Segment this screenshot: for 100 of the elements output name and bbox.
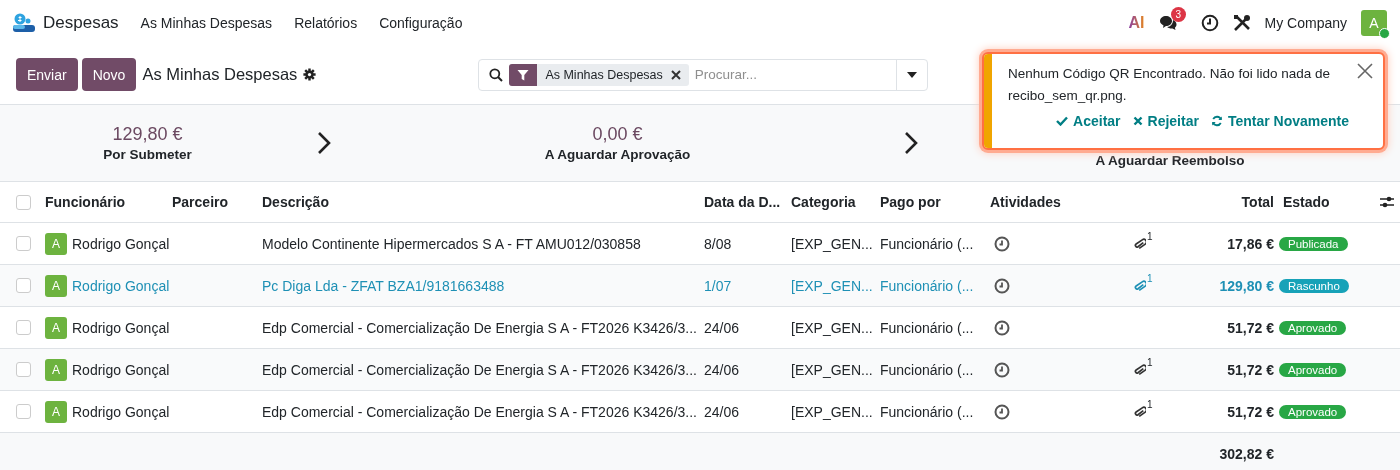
- column-header[interactable]: Categoria: [787, 194, 876, 210]
- column-header[interactable]: Estado: [1279, 194, 1370, 210]
- total-cell-text: 51,72 €: [1226, 361, 1275, 378]
- row-checkbox[interactable]: [16, 320, 31, 335]
- row-checkbox[interactable]: [16, 362, 31, 377]
- total-cell-text: 51,72 €: [1226, 319, 1275, 336]
- column-header[interactable]: Atividades: [986, 194, 1130, 210]
- reject-button[interactable]: Rejeitar: [1132, 113, 1199, 129]
- settings-icon[interactable]: [303, 68, 317, 81]
- date-cell-text: 8/08: [703, 235, 733, 252]
- column-header[interactable]: Pago por: [876, 194, 986, 210]
- employee-name: Rodrigo Gonçal: [72, 235, 170, 252]
- category-cell-text: [EXP_GEN...: [790, 235, 874, 252]
- clock-icon[interactable]: [994, 361, 1010, 378]
- employee-avatar: A: [45, 400, 67, 423]
- remove-icon[interactable]: [670, 69, 681, 80]
- employee-avatar: A: [45, 232, 67, 255]
- column-header[interactable]: Total: [1237, 194, 1279, 210]
- search-bar[interactable]: As Minhas Despesas Procurar...: [478, 58, 929, 91]
- attachment-count: 1: [1147, 356, 1153, 368]
- clock-icon[interactable]: [994, 235, 1010, 252]
- menu-item[interactable]: Configuração: [379, 14, 463, 31]
- paid-by-cell-text: Funcionário (...: [879, 319, 975, 336]
- column-header[interactable]: Descrição: [258, 194, 700, 210]
- employee-avatar: A: [45, 274, 67, 297]
- column-header[interactable]: Data da D...: [700, 194, 787, 210]
- caret-icon[interactable]: [907, 71, 918, 78]
- attachment-count: 1: [1147, 272, 1153, 284]
- check-icon: [1056, 116, 1069, 126]
- paperclip-icon[interactable]: [1134, 278, 1146, 293]
- column-header[interactable]: Parceiro: [168, 194, 258, 210]
- refresh-icon: [1210, 115, 1223, 127]
- company-name[interactable]: My Company: [1264, 14, 1347, 31]
- submit-button[interactable]: Enviar: [16, 58, 78, 91]
- clock-icon[interactable]: [994, 319, 1010, 336]
- employee-name: Rodrigo Gonçal: [72, 361, 170, 378]
- grand-total: 302,82 €: [1219, 446, 1275, 462]
- page-title: As Minhas Despesas: [142, 65, 298, 84]
- employee-name: Rodrigo Gonçal: [72, 277, 170, 294]
- total-cell-text: 51,72 €: [1226, 403, 1275, 420]
- close-icon[interactable]: [1357, 63, 1373, 79]
- category-cell-text: [EXP_GEN...: [790, 361, 874, 378]
- chevron-right-icon: [316, 131, 331, 155]
- description-cell-text: Modelo Continente Hipermercados S A - FT AMU012/030858: [261, 235, 642, 252]
- close-icon: [1132, 116, 1143, 126]
- total-cell-text: 17,86 €: [1226, 235, 1275, 252]
- app-name[interactable]: Despesas: [43, 12, 119, 33]
- status-badge: Aprovado: [1279, 404, 1347, 419]
- filter-facet: As Minhas Despesas: [544, 67, 664, 82]
- employee-name: Rodrigo Gonçal: [72, 319, 170, 336]
- row-checkbox[interactable]: [16, 236, 31, 251]
- chat-icon[interactable]: [1158, 14, 1177, 31]
- paid-by-cell-text: Funcionário (...: [879, 235, 975, 252]
- stat-amount[interactable]: 129,80 €: [112, 124, 183, 145]
- tools-icon[interactable]: [1232, 13, 1251, 32]
- stat-label[interactable]: Por Submeter: [103, 147, 192, 162]
- notification-message: Nenhum Código QR Encontrado. Não foi lido nada de recibo_sem_qr.png.: [1008, 65, 1331, 105]
- stat-amount[interactable]: 0,00 €: [592, 124, 643, 145]
- chevron-right-icon: [904, 131, 919, 155]
- app-logo-icon[interactable]: [13, 12, 35, 33]
- menu-item[interactable]: Relatórios: [294, 14, 358, 31]
- stat-label[interactable]: A Aguardar Reembolso: [1095, 152, 1245, 168]
- description-cell-text: Edp Comercial - Comercialização De Energia S A - FT2026 K3426/3...: [261, 319, 698, 336]
- employee-avatar: A: [45, 316, 67, 339]
- search-icon[interactable]: [489, 67, 504, 82]
- select-all-checkbox[interactable]: [16, 194, 31, 210]
- status-badge: Rascunho: [1279, 278, 1349, 293]
- clock-icon[interactable]: [994, 403, 1010, 420]
- status-badge: Aprovado: [1279, 362, 1347, 377]
- date-cell-text: 24/06: [703, 319, 741, 336]
- attachment-count: 1: [1147, 230, 1153, 242]
- description-cell-text: Edp Comercial - Comercialização De Energia S A - FT2026 K3426/3...: [261, 361, 698, 378]
- paid-by-cell-text: Funcionário (...: [879, 403, 975, 420]
- clock-icon[interactable]: [1200, 13, 1219, 32]
- retry-button[interactable]: Tentar Novamente: [1210, 113, 1349, 129]
- status-badge: Aprovado: [1279, 320, 1347, 335]
- filter-icon: [517, 68, 530, 81]
- paid-by-cell-text: Funcionário (...: [879, 361, 975, 378]
- date-cell-text: 24/06: [703, 403, 741, 420]
- category-cell-text: [EXP_GEN...: [790, 277, 874, 294]
- employee-name: Rodrigo Gonçal: [72, 403, 170, 420]
- date-cell-text: 24/06: [703, 361, 741, 378]
- description-cell-text: Pc Diga Lda - ZFAT BZA1/9181663488: [261, 277, 506, 294]
- menu-item[interactable]: As Minhas Despesas: [140, 14, 273, 31]
- row-checkbox[interactable]: [16, 404, 31, 419]
- column-header[interactable]: Funcionário: [41, 194, 168, 210]
- accept-button[interactable]: Aceitar: [1056, 113, 1121, 129]
- category-cell-text: [EXP_GEN...: [790, 403, 874, 420]
- employee-avatar: A: [45, 358, 67, 381]
- total-cell-text: 129,80 €: [1218, 277, 1275, 294]
- stat-label[interactable]: A Aguardar Aprovação: [544, 147, 691, 162]
- paperclip-icon[interactable]: [1134, 362, 1146, 377]
- notification-badge: 3: [1170, 6, 1187, 22]
- date-cell-text: 1/07: [703, 277, 733, 294]
- clock-icon[interactable]: [994, 277, 1010, 294]
- category-cell-text: [EXP_GEN...: [790, 319, 874, 336]
- new-button[interactable]: Novo: [81, 58, 137, 91]
- paperclip-icon[interactable]: [1134, 404, 1146, 419]
- row-checkbox[interactable]: [16, 278, 31, 293]
- paperclip-icon[interactable]: [1134, 236, 1146, 251]
